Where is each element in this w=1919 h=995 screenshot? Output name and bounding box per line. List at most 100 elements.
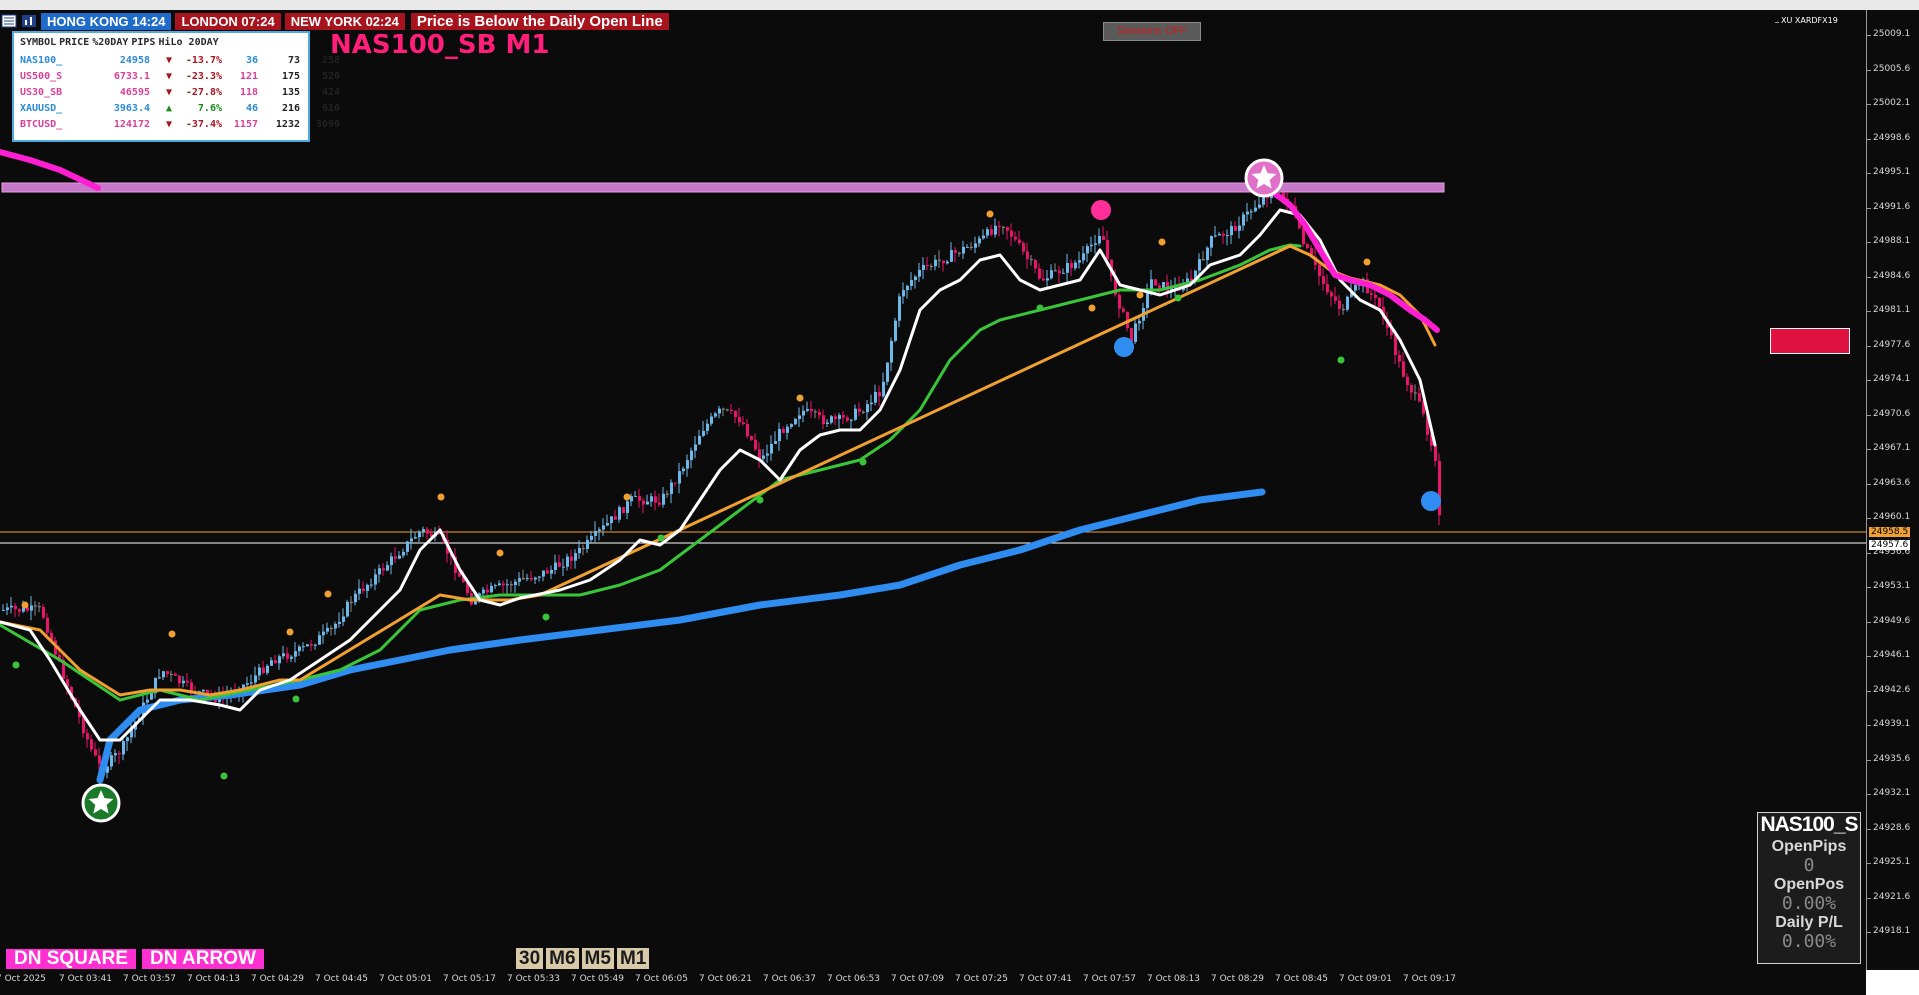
candle xyxy=(1226,235,1229,237)
candle xyxy=(950,250,953,262)
candle xyxy=(426,529,429,534)
candle xyxy=(46,617,49,633)
candle xyxy=(1246,211,1249,215)
symbol-table-cell-pips: 36 xyxy=(245,55,258,66)
price-tick-label: 24967.1 xyxy=(1867,443,1911,453)
time-tick-label: 7 Oct 04:45 xyxy=(315,974,368,984)
candle xyxy=(606,522,609,526)
candle xyxy=(178,675,181,684)
symbol-table-header-cell: SYMBOL xyxy=(20,37,57,48)
price-tick-label: 24942.6 xyxy=(1867,684,1911,695)
candle xyxy=(634,495,637,497)
candle xyxy=(582,548,585,550)
candle xyxy=(322,631,325,636)
symbol-table-row[interactable]: US30_SB 46595 ▼ -27.8% 118 135 424 xyxy=(20,87,340,101)
candle xyxy=(834,416,837,419)
candle xyxy=(562,566,565,568)
candle xyxy=(602,525,605,530)
candle xyxy=(498,583,501,586)
candle xyxy=(294,651,297,657)
candle xyxy=(302,646,305,648)
candle xyxy=(1242,214,1245,226)
symbol-table-cell-arrow: ▼ xyxy=(165,119,172,130)
symbol-table-cell-lo: 258 xyxy=(321,55,340,66)
candle xyxy=(1046,278,1049,281)
candle xyxy=(282,653,285,657)
swing-point-dot xyxy=(286,628,294,636)
dn-square-button[interactable]: DN SQUARE xyxy=(6,949,137,969)
candle xyxy=(1230,226,1233,236)
chart-plot-area[interactable] xyxy=(0,10,1866,970)
chart-menu-icon[interactable] xyxy=(1,13,17,29)
candle xyxy=(770,443,773,454)
symbol-table-header-cell: PRICE xyxy=(59,37,90,48)
candle xyxy=(554,562,557,570)
swing-point-dot xyxy=(1363,258,1371,266)
candle xyxy=(542,570,545,577)
candle xyxy=(1198,259,1201,271)
candle xyxy=(626,501,629,513)
resistance-zone xyxy=(1,182,1445,193)
candle xyxy=(682,468,685,472)
swing-point-dot xyxy=(1036,304,1044,312)
candle xyxy=(418,531,421,538)
symbol-table-row[interactable]: BTCUSD_ 124172 ▼ -37.4% 1157 1232 3090 xyxy=(20,119,340,133)
candle xyxy=(566,556,569,567)
sessions-toggle-button[interactable]: Sessions OFF xyxy=(1103,22,1201,41)
broker-label: XU XARDFX19 xyxy=(1775,16,1838,25)
candle xyxy=(274,660,277,664)
candle xyxy=(266,665,269,673)
candle xyxy=(522,578,525,580)
candle xyxy=(366,584,369,591)
current-price-label: 24958.5 xyxy=(1869,527,1911,537)
candle xyxy=(510,584,513,586)
chart-type-icon[interactable] xyxy=(21,13,37,29)
timeframe-m1-button[interactable]: M1 xyxy=(616,948,650,969)
candle xyxy=(162,671,165,678)
candle xyxy=(1398,354,1401,362)
symbol-table-row[interactable]: NAS100_ 24958 ▼ -13.7% 36 73 258 xyxy=(20,55,340,69)
candle xyxy=(762,455,765,459)
candle xyxy=(518,578,521,582)
dn-arrow-button[interactable]: DN ARROW xyxy=(142,949,264,969)
timeframe-m6-button[interactable]: M6 xyxy=(546,948,579,969)
swing-point-dot xyxy=(12,661,20,669)
candle xyxy=(1258,204,1261,208)
candle xyxy=(818,412,821,416)
symbol-watch-table: SYMBOL PRICE %20DAY PIPS HiLo 20DAY NAS100_ 24… xyxy=(12,31,340,142)
candle xyxy=(486,589,489,593)
symbol-table-row[interactable]: US500_S 6733.1 ▼ -23.3% 121 175 520 xyxy=(20,71,340,85)
price-chart xyxy=(0,149,1866,823)
candle xyxy=(806,408,809,411)
timeframe-m5-button[interactable]: M5 xyxy=(581,948,614,969)
time-tick-label: 7 Oct 06:37 xyxy=(763,974,816,984)
candle xyxy=(934,259,937,267)
symbol-table-cell-pct: -13.7% xyxy=(185,55,222,66)
symbol-table-cell-price: 46595 xyxy=(119,87,150,98)
candle xyxy=(390,556,393,566)
time-axis[interactable]: 7 Oct 2025 7 Oct 03:41 7 Oct 03:57 7 Oct 04… xyxy=(0,970,1866,995)
swing-point-dot xyxy=(496,549,504,557)
candle xyxy=(1406,376,1409,386)
session-bar: HONG KONG 14:24 LONDON 07:24 NEW YORK 02:2… xyxy=(1,12,669,30)
time-tick-label: 7 Oct 04:29 xyxy=(251,974,304,984)
candle xyxy=(722,408,725,410)
candle xyxy=(550,569,553,574)
candle xyxy=(778,428,781,442)
candle xyxy=(854,408,857,420)
symbol-table-cell-arrow: ▼ xyxy=(165,87,172,98)
symbol-table-cell-lo: 424 xyxy=(321,87,340,98)
candle xyxy=(290,656,293,659)
candle xyxy=(1062,272,1065,274)
candle xyxy=(894,320,897,341)
candle xyxy=(1010,230,1013,237)
candle xyxy=(1014,236,1017,240)
price-axis[interactable]: 25009.1 25005.6 25002.1 24998.6 24995.1 24991… xyxy=(1866,10,1919,970)
candle xyxy=(730,409,733,411)
timeframe-30-button[interactable]: 30 xyxy=(516,948,544,969)
symbol-table-row[interactable]: XAUUSD_ 3963.4 ▲ 7.6% 46 216 610 xyxy=(20,103,340,117)
candle xyxy=(1250,211,1253,213)
symbol-table-header-cell: PIPS xyxy=(131,37,156,48)
price-tick-label: 24984.6 xyxy=(1867,270,1911,281)
time-tick-label: 7 Oct 09:17 xyxy=(1403,974,1456,984)
